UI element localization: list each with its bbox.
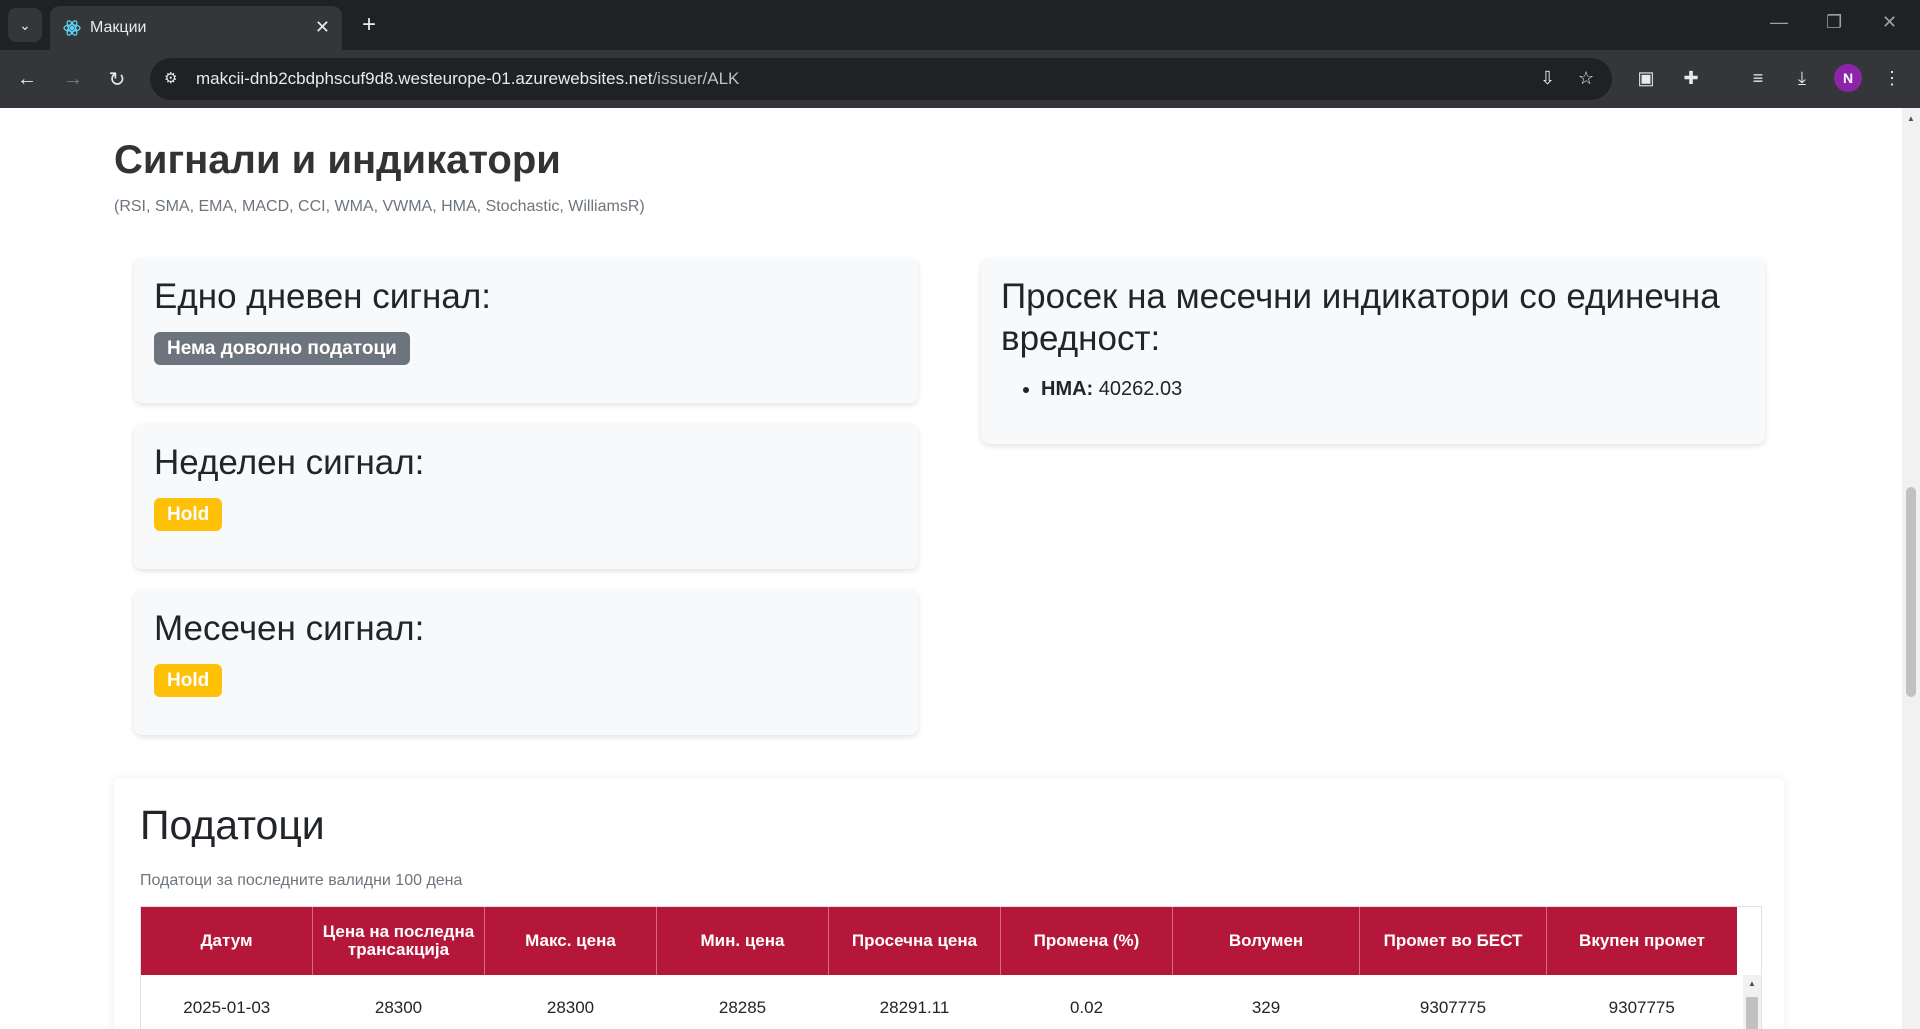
browser-tab-bar: ⌄ Макции ✕ + — ❐ ✕ <box>0 0 1920 50</box>
site-info-icon[interactable]: ⚙ <box>164 69 184 89</box>
data-heading: Податоци <box>140 802 325 848</box>
table-row: 2025-01-03 28300 28300 28285 28291.11 0.… <box>141 975 1737 1029</box>
data-table: Датум Цена на последна трансакција Макс.… <box>141 907 1737 1029</box>
monthly-indicators-title: Просек на месечни индикатори со единечна… <box>1001 277 1720 358</box>
restore-icon[interactable]: ❐ <box>1826 12 1842 33</box>
bookmark-star-icon[interactable]: ☆ <box>1578 68 1600 90</box>
signals-heading: Сигнали и индикатори <box>114 138 561 182</box>
table-header-row: Датум Цена на последна трансакција Макс.… <box>141 907 1737 975</box>
downloads-icon[interactable]: ⤓ <box>1788 64 1816 92</box>
column-header-last-price[interactable]: Цена на последна трансакција <box>312 907 485 975</box>
tab-title: Макции <box>90 19 147 36</box>
signals-subheading: (RSI, SMA, EMA, MACD, CCI, WMA, VWMA, HM… <box>114 198 645 215</box>
cell-min-price: 28285 <box>656 975 829 1029</box>
browser-tab[interactable]: Макции ✕ <box>50 6 342 50</box>
minimize-icon[interactable]: — <box>1770 12 1788 33</box>
monthly-signal-card: Месечен сигнал: Hold <box>134 590 918 735</box>
install-app-icon[interactable]: ⇩ <box>1540 68 1562 90</box>
cell-max-price: 28300 <box>484 975 657 1029</box>
data-section: Податоци Податоци за последните валидни … <box>114 778 1784 1029</box>
new-tab-icon[interactable]: + <box>354 10 384 40</box>
indicator-list: HMA: 40262.03 <box>1041 378 1182 401</box>
cell-volume: 329 <box>1172 975 1360 1029</box>
menu-kebab-icon[interactable]: ⋮ <box>1878 64 1906 92</box>
data-table-container[interactable]: Датум Цена на последна трансакција Макс.… <box>140 906 1762 1029</box>
monthly-indicators-card: Просек на месечни индикатори со единечна… <box>981 258 1765 444</box>
column-header-min-price[interactable]: Мин. цена <box>656 907 829 975</box>
column-header-change[interactable]: Промена (%) <box>1000 907 1173 975</box>
media-controls-icon[interactable]: ≡ <box>1744 64 1772 92</box>
cell-change: 0.02 <box>1000 975 1173 1029</box>
extensions-puzzle-icon[interactable]: ✚ <box>1677 64 1705 92</box>
daily-signal-title: Едно дневен сигнал: <box>154 277 491 316</box>
address-bar[interactable]: ⚙ makcii-dnb2cbdphscuf9d8.westeurope-01.… <box>150 58 1612 100</box>
daily-signal-card: Едно дневен сигнал: Нема доволно податоц… <box>134 258 918 403</box>
page-content: Сигнали и индикатори (RSI, SMA, EMA, MAC… <box>0 108 1902 1029</box>
cell-date: 2025-01-03 <box>141 975 313 1029</box>
cell-total-turnover: 9307775 <box>1546 975 1737 1029</box>
weekly-signal-title: Неделен сигнал: <box>154 443 425 482</box>
profile-avatar[interactable]: N <box>1834 64 1862 92</box>
page-scrollbar-thumb[interactable] <box>1906 487 1916 697</box>
column-header-total-turnover[interactable]: Вкупен промет <box>1546 907 1737 975</box>
monthly-signal-badge: Hold <box>154 664 223 697</box>
close-window-icon[interactable]: ✕ <box>1882 12 1897 33</box>
page-scroll-up-icon[interactable]: ▲ <box>1907 114 1915 123</box>
back-icon[interactable]: ← <box>12 64 42 94</box>
indicator-item: HMA: 40262.03 <box>1041 378 1182 401</box>
weekly-signal-card: Неделен сигнал: Hold <box>134 424 918 569</box>
column-header-volume[interactable]: Волумен <box>1172 907 1360 975</box>
cell-avg-price: 28291.11 <box>828 975 1001 1029</box>
column-header-best-turnover[interactable]: Промет во БЕСТ <box>1359 907 1547 975</box>
url-text[interactable]: makcii-dnb2cbdphscuf9d8.westeurope-01.az… <box>196 69 739 89</box>
column-header-max-price[interactable]: Макс. цена <box>484 907 657 975</box>
tab-search-button[interactable]: ⌄ <box>8 8 42 42</box>
react-favicon-icon <box>63 20 81 36</box>
extension-icon[interactable]: ▣ <box>1632 64 1660 92</box>
close-tab-icon[interactable]: ✕ <box>315 17 330 38</box>
table-scrollbar-thumb[interactable] <box>1746 997 1758 1029</box>
table-scrollbar[interactable]: ▲ <box>1743 975 1761 1029</box>
data-subheading: Податоци за последните валидни 100 дена <box>140 872 463 889</box>
weekly-signal-badge: Hold <box>154 498 223 531</box>
forward-icon[interactable]: → <box>58 64 88 94</box>
page-scrollbar[interactable]: ▲ <box>1902 108 1920 1029</box>
reload-icon[interactable]: ↻ <box>102 64 132 94</box>
column-header-date[interactable]: Датум <box>141 907 313 975</box>
cell-last-price: 28300 <box>312 975 485 1029</box>
cell-best-turnover: 9307775 <box>1359 975 1547 1029</box>
daily-signal-badge: Нема доволно податоци <box>154 332 410 365</box>
monthly-signal-title: Месечен сигнал: <box>154 609 425 648</box>
column-header-avg-price[interactable]: Просечна цена <box>828 907 1001 975</box>
scroll-up-icon[interactable]: ▲ <box>1748 979 1756 988</box>
